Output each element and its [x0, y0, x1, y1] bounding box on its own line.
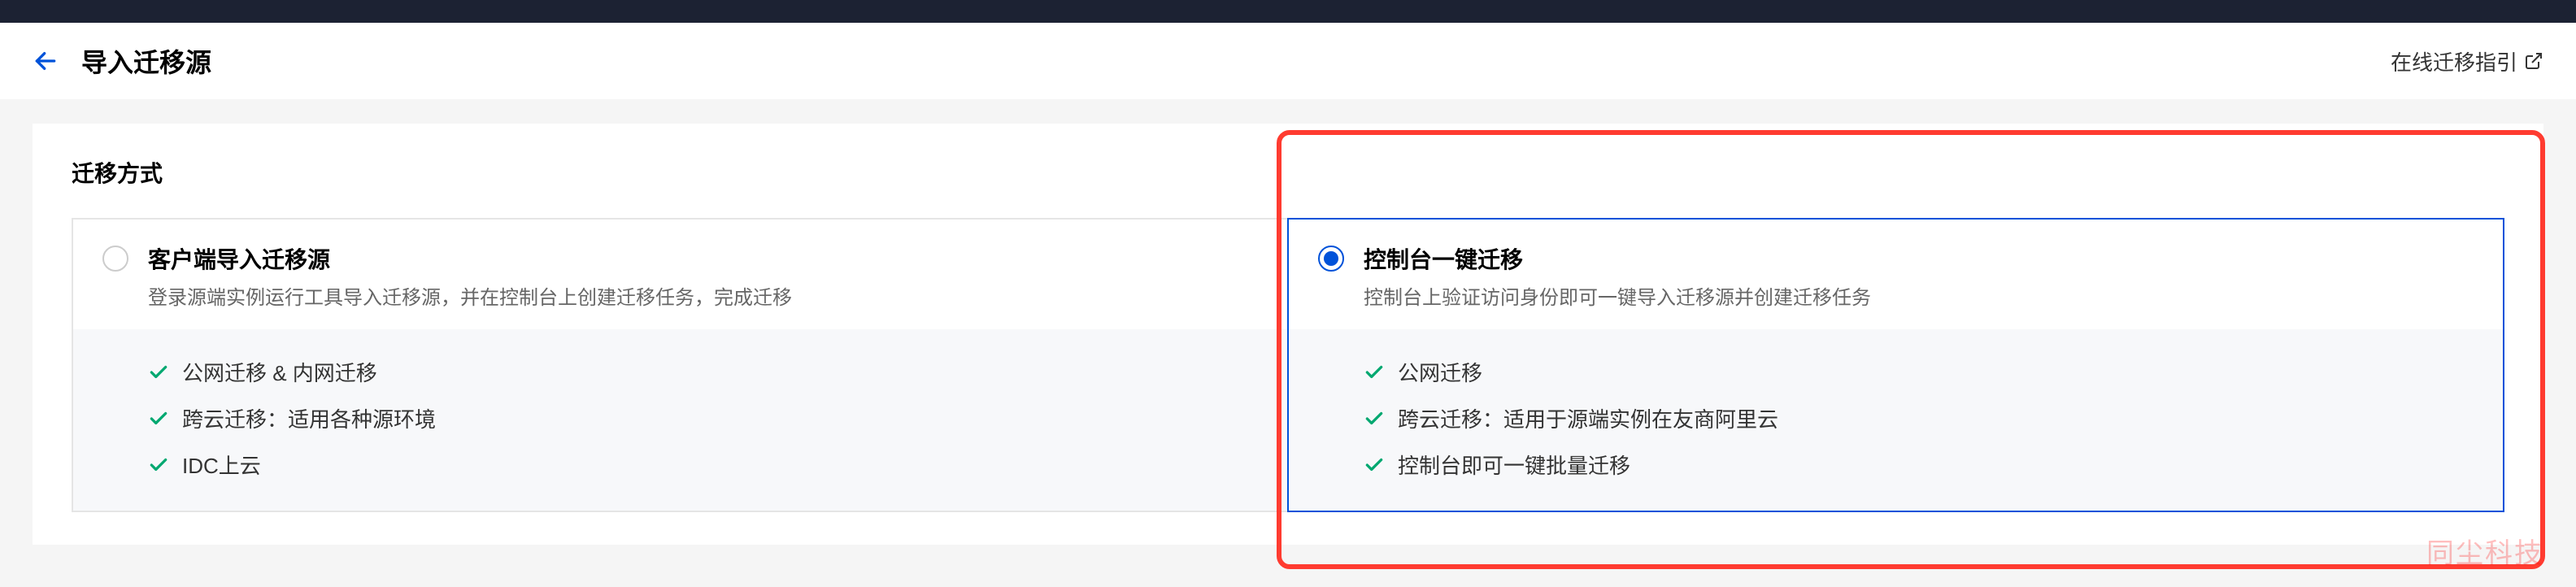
- section-title: 迁移方式: [72, 156, 2504, 189]
- feature-item: IDC上云: [148, 441, 1258, 488]
- migration-card: 迁移方式 客户端导入迁移源 登录源端实例运行工具导入迁移源，并在控制台上创建迁移…: [33, 124, 2543, 545]
- option-body: 公网迁移 & 内网迁移 跨云迁移：适用各种源环境 IDC上云: [73, 329, 1287, 511]
- page-title: 导入迁移源: [81, 42, 211, 80]
- feature-text: 跨云迁移：适用于源端实例在友商阿里云: [1398, 403, 1778, 433]
- option-console-oneclick[interactable]: 控制台一键迁移 控制台上验证访问身份即可一键导入迁移源并创建迁移任务 公网迁移: [1287, 218, 2504, 512]
- check-icon: [1364, 408, 1385, 429]
- check-icon: [148, 408, 169, 429]
- options-row: 客户端导入迁移源 登录源端实例运行工具导入迁移源，并在控制台上创建迁移任务，完成…: [72, 218, 2504, 512]
- option-title: 控制台一键迁移: [1364, 242, 2474, 275]
- option-desc: 控制台上验证访问身份即可一键导入迁移源并创建迁移任务: [1364, 281, 2474, 310]
- option-head-text: 控制台一键迁移 控制台上验证访问身份即可一键导入迁移源并创建迁移任务: [1364, 242, 2474, 310]
- option-title: 客户端导入迁移源: [148, 242, 1258, 275]
- feature-text: 公网迁移 & 内网迁移: [182, 357, 377, 387]
- guide-link[interactable]: 在线迁移指引: [2391, 46, 2543, 76]
- header-left: 导入迁移源: [33, 42, 211, 80]
- back-arrow-icon[interactable]: [33, 48, 59, 74]
- option-client-import[interactable]: 客户端导入迁移源 登录源端实例运行工具导入迁移源，并在控制台上创建迁移任务，完成…: [72, 218, 1287, 512]
- feature-text: 跨云迁移：适用各种源环境: [182, 403, 436, 433]
- radio-icon[interactable]: [1318, 246, 1344, 272]
- feature-item: 公网迁移 & 内网迁移: [148, 349, 1258, 395]
- check-icon: [1364, 362, 1385, 383]
- feature-item: 跨云迁移：适用各种源环境: [148, 395, 1258, 441]
- feature-text: IDC上云: [182, 450, 261, 480]
- feature-item: 控制台即可一键批量迁移: [1364, 441, 2474, 488]
- option-head: 控制台一键迁移 控制台上验证访问身份即可一键导入迁移源并创建迁移任务: [1289, 220, 2503, 329]
- page-header: 导入迁移源 在线迁移指引: [0, 23, 2576, 99]
- feature-item: 公网迁移: [1364, 349, 2474, 395]
- option-head: 客户端导入迁移源 登录源端实例运行工具导入迁移源，并在控制台上创建迁移任务，完成…: [73, 220, 1287, 329]
- guide-link-label: 在线迁移指引: [2391, 46, 2517, 76]
- option-head-text: 客户端导入迁移源 登录源端实例运行工具导入迁移源，并在控制台上创建迁移任务，完成…: [148, 242, 1258, 310]
- option-body: 公网迁移 跨云迁移：适用于源端实例在友商阿里云 控制台即可一键批量迁移: [1289, 329, 2503, 511]
- external-link-icon: [2524, 51, 2543, 71]
- check-icon: [1364, 454, 1385, 476]
- check-icon: [148, 362, 169, 383]
- option-desc: 登录源端实例运行工具导入迁移源，并在控制台上创建迁移任务，完成迁移: [148, 281, 1258, 310]
- radio-icon[interactable]: [102, 246, 128, 272]
- feature-text: 公网迁移: [1398, 357, 1482, 387]
- check-icon: [148, 454, 169, 476]
- main-content: 迁移方式 客户端导入迁移源 登录源端实例运行工具导入迁移源，并在控制台上创建迁移…: [0, 99, 2576, 545]
- top-bar: [0, 0, 2576, 23]
- feature-text: 控制台即可一键批量迁移: [1398, 450, 1630, 480]
- feature-item: 跨云迁移：适用于源端实例在友商阿里云: [1364, 395, 2474, 441]
